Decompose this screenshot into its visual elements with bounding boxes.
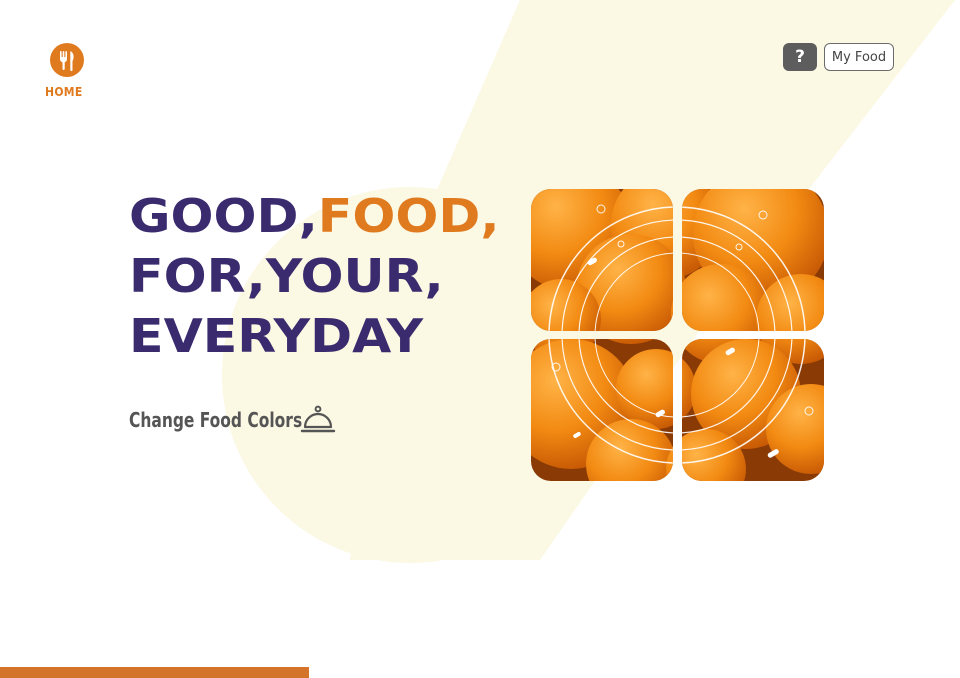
help-button[interactable]: ? bbox=[783, 43, 817, 71]
home-link[interactable]: HOME bbox=[45, 43, 87, 99]
food-tile bbox=[682, 189, 824, 331]
fork-knife-icon bbox=[50, 43, 84, 77]
headline-line-2: FOR,YOUR, bbox=[129, 249, 444, 303]
food-tile bbox=[682, 339, 824, 481]
change-food-colors-label: Change Food Colors bbox=[129, 408, 303, 432]
headline-line-3: EVERYDAY bbox=[129, 309, 424, 363]
food-tile bbox=[531, 189, 673, 331]
headline: GOOD,FOOD, FOR,YOUR, EVERYDAY bbox=[129, 186, 500, 366]
bottom-accent-bar bbox=[0, 667, 309, 678]
change-food-colors-button[interactable]: Change Food Colors bbox=[129, 404, 337, 436]
headline-line-1: GOOD,FOOD, bbox=[129, 186, 500, 246]
food-image-grid bbox=[531, 189, 824, 481]
home-label: HOME bbox=[45, 85, 83, 99]
my-food-button[interactable]: My Food bbox=[824, 43, 894, 71]
food-tile bbox=[531, 339, 673, 481]
headline-food: FOOD, bbox=[317, 189, 500, 243]
cloche-icon bbox=[300, 405, 336, 433]
headline-good: GOOD, bbox=[129, 189, 318, 243]
